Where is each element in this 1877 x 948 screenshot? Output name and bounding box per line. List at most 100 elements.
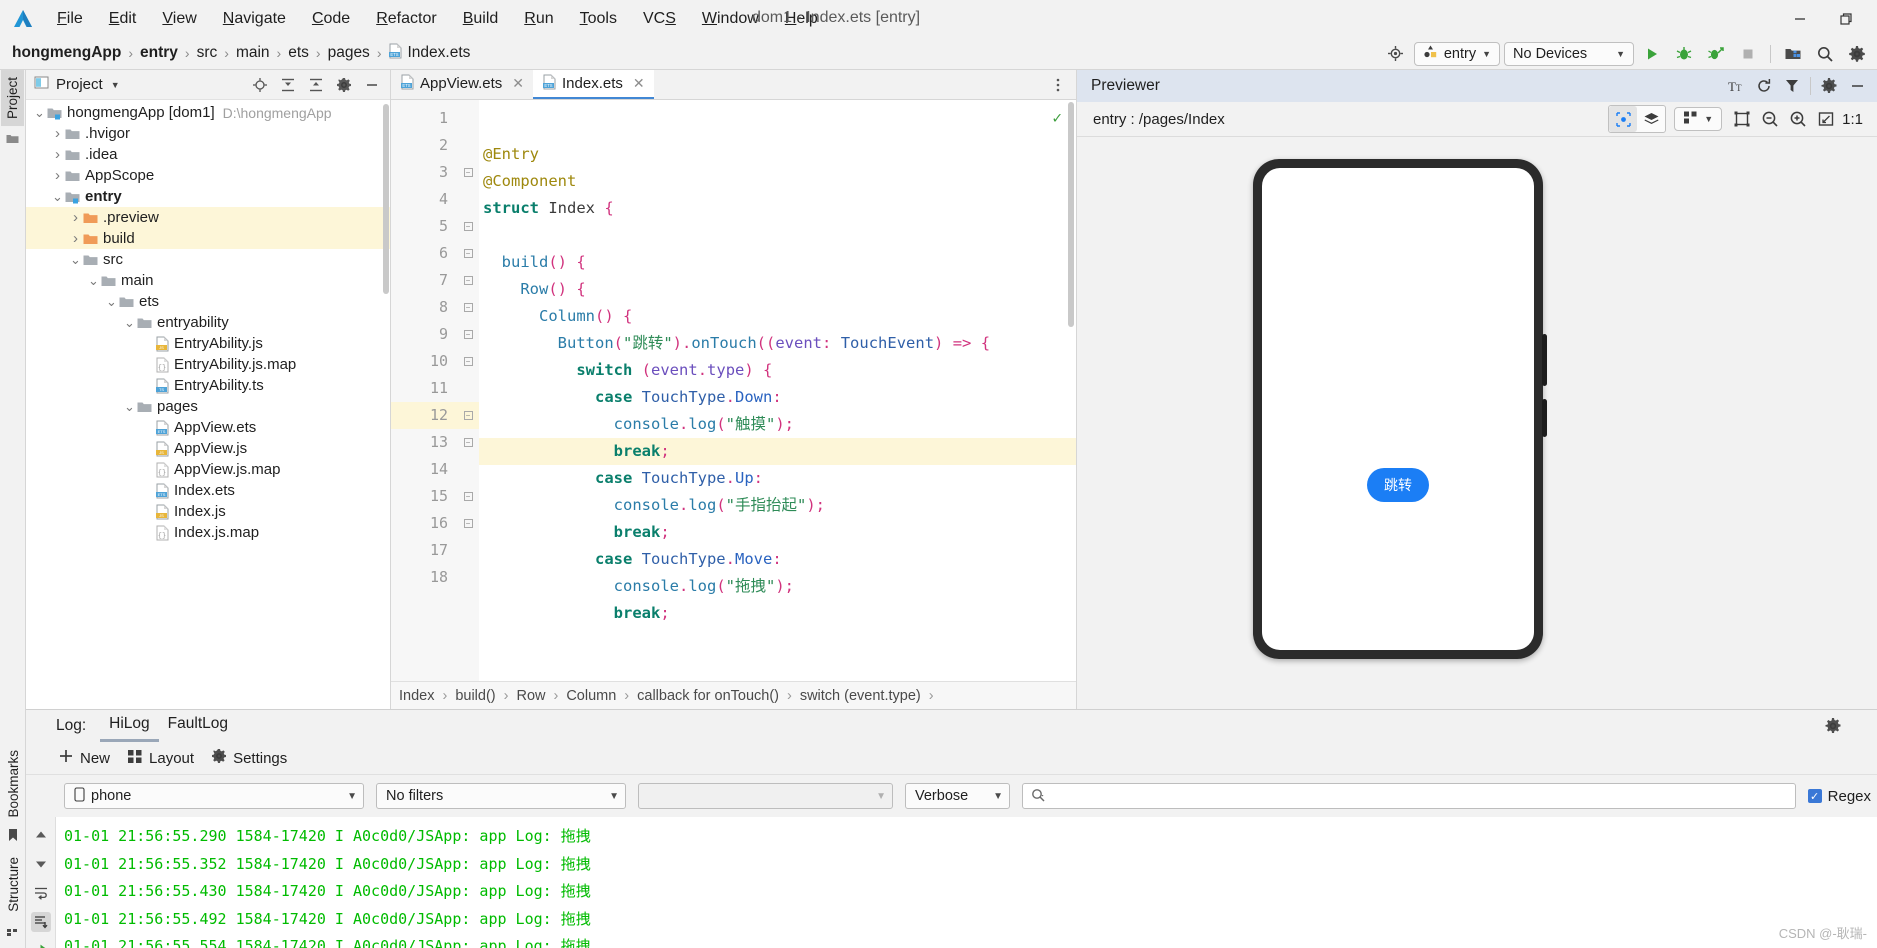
settings-icon[interactable] xyxy=(1815,73,1843,99)
log-entry[interactable]: 01-01 21:56:55.430 1584-17420 I A0c0d0/J… xyxy=(56,878,1877,906)
sidebar-tab-structure[interactable]: Structure xyxy=(2,850,25,919)
code-line[interactable]: switch (event.type) { xyxy=(479,357,1076,384)
tree-item-ets[interactable]: ⌄ ets xyxy=(26,291,390,312)
code-line[interactable]: case TouchType.Up: xyxy=(479,465,1076,492)
project-tree[interactable]: ⌄ hongmengApp [dom1] D:\hongmengApp › .hvigo… xyxy=(26,100,390,709)
process-filter-select[interactable]: No filters ▼ xyxy=(376,783,626,809)
line-number[interactable]: 6 xyxy=(391,240,457,267)
package-filter-select[interactable]: ▼ xyxy=(638,783,893,809)
menu-run[interactable]: Run xyxy=(511,7,566,31)
fit-screen-icon[interactable] xyxy=(1812,106,1840,132)
tree-item-appview-ets[interactable]: ETS AppView.ets xyxy=(26,417,390,438)
chevron-down-icon[interactable]: ⌄ xyxy=(68,253,83,266)
refresh-icon[interactable] xyxy=(1750,73,1778,99)
sidebar-tab-bookmarks[interactable]: Bookmarks xyxy=(2,743,25,825)
chevron-down-icon[interactable]: ⌄ xyxy=(122,316,137,329)
tree-item-appview-js-map[interactable]: {} AppView.js.map xyxy=(26,459,390,480)
tree-item-entry[interactable]: ⌄ entry xyxy=(26,186,390,207)
code-line[interactable]: console.log("拖拽"); xyxy=(479,573,1076,600)
locate-file-icon[interactable] xyxy=(246,72,274,98)
preview-jump-button[interactable]: 跳转 xyxy=(1367,468,1429,502)
minimize-icon[interactable] xyxy=(1777,0,1823,37)
collapse-all-icon[interactable] xyxy=(302,72,330,98)
line-number[interactable]: 11 xyxy=(391,375,457,402)
menu-build[interactable]: Build xyxy=(450,7,512,31)
line-number[interactable]: 7 xyxy=(391,267,457,294)
settings-icon[interactable] xyxy=(330,72,358,98)
project-structure-icon[interactable] xyxy=(1779,41,1807,67)
line-number[interactable]: 13 xyxy=(391,429,457,456)
log-new-button[interactable]: New xyxy=(58,748,110,768)
chevron-right-icon[interactable]: › xyxy=(50,167,65,184)
code-line[interactable]: Column() { xyxy=(479,303,1076,330)
line-number[interactable]: 5 xyxy=(391,213,457,240)
code-line[interactable]: Button("跳转").onTouch((event: TouchEvent)… xyxy=(479,330,1076,357)
code-line[interactable]: console.log("手指抬起"); xyxy=(479,492,1076,519)
breadcrumb-ets[interactable]: ets xyxy=(288,44,309,62)
log-output[interactable]: 01-01 21:56:55.290 1584-17420 I A0c0d0/J… xyxy=(26,817,1877,948)
log-search-input[interactable] xyxy=(1022,783,1796,809)
tree-item-idea[interactable]: › .idea xyxy=(26,144,390,165)
scroll-up-icon[interactable] xyxy=(31,825,51,845)
inspector-icon[interactable] xyxy=(1609,106,1638,132)
tree-item-index-js-map[interactable]: {} Index.js.map xyxy=(26,522,390,543)
code-fold-gutter[interactable]: − − − − − − − − − − − xyxy=(457,100,479,681)
fold-toggle-icon[interactable]: − xyxy=(457,240,479,267)
menu-navigate[interactable]: Navigate xyxy=(210,7,299,31)
fold-toggle-icon[interactable]: − xyxy=(457,294,479,321)
code-line[interactable]: console.log("触摸"); xyxy=(479,411,1076,438)
menu-view[interactable]: View xyxy=(149,7,209,31)
stop-icon[interactable] xyxy=(1734,41,1762,67)
hide-panel-icon[interactable] xyxy=(358,72,386,98)
menu-refactor[interactable]: Refactor xyxy=(363,7,449,31)
code-content[interactable]: @Entry @Component struct Index { build() {… xyxy=(479,100,1076,681)
breadcrumb-pages[interactable]: pages xyxy=(328,44,370,62)
more-options-icon[interactable] xyxy=(1044,72,1072,98)
editor-breadcrumb-callback[interactable]: callback for onTouch() xyxy=(637,688,779,704)
menu-file[interactable]: File xyxy=(44,7,96,31)
line-number[interactable]: 8 xyxy=(391,294,457,321)
chevron-down-icon[interactable]: ⌄ xyxy=(50,190,65,203)
log-entry[interactable]: 01-01 21:56:55.492 1584-17420 I A0c0d0/J… xyxy=(56,906,1877,934)
font-size-icon[interactable]: TT xyxy=(1722,73,1750,99)
scroll-down-icon[interactable] xyxy=(31,854,51,874)
log-entry[interactable]: 01-01 21:56:55.554 1584-17420 I A0c0d0/J… xyxy=(56,933,1877,948)
fold-toggle-icon[interactable]: − xyxy=(457,213,479,240)
fold-toggle-icon[interactable]: − xyxy=(457,348,479,375)
code-line[interactable]: @Entry xyxy=(479,141,1076,168)
editor-breadcrumb-build[interactable]: build() xyxy=(455,688,495,704)
chevron-down-icon[interactable]: ⌄ xyxy=(86,274,101,287)
editor-breadcrumb-row[interactable]: Row xyxy=(516,688,545,704)
zoom-out-icon[interactable] xyxy=(1756,106,1784,132)
fold-toggle-icon[interactable]: − xyxy=(457,159,479,186)
run-icon[interactable] xyxy=(1638,41,1666,67)
device-filter-select[interactable]: phone ▼ xyxy=(64,783,364,809)
zoom-in-icon[interactable] xyxy=(1784,106,1812,132)
tree-item-index-js[interactable]: JS Index.js xyxy=(26,501,390,522)
tree-item-preview[interactable]: › .preview xyxy=(26,207,390,228)
tree-item-build[interactable]: › build xyxy=(26,228,390,249)
layers-icon[interactable] xyxy=(1637,106,1665,132)
line-number[interactable]: 14 xyxy=(391,456,457,483)
restore-icon[interactable] xyxy=(1823,0,1869,37)
line-number[interactable]: 17 xyxy=(391,537,457,564)
code-line[interactable]: build() { xyxy=(479,249,1076,276)
fold-toggle-icon[interactable]: − xyxy=(457,402,479,429)
breadcrumb-hongmengApp[interactable]: hongmengApp xyxy=(12,44,121,62)
line-number[interactable]: 2 xyxy=(391,132,457,159)
tree-item-pages[interactable]: ⌄ pages xyxy=(26,396,390,417)
chevron-down-icon[interactable]: ▼ xyxy=(111,80,120,90)
filter-icon[interactable] xyxy=(1778,73,1806,99)
chevron-right-icon[interactable]: › xyxy=(50,146,65,163)
device-selector[interactable]: No Devices ▼ xyxy=(1504,41,1634,66)
log-entry[interactable]: 01-01 21:56:55.290 1584-17420 I A0c0d0/J… xyxy=(56,823,1877,851)
code-area[interactable]: 1 2 3 4 5 6 7 8 9 10 11 12 13 14 15 16 17 18 − − − − − − − − − − − … xyxy=(391,100,1076,681)
menu-tools[interactable]: Tools xyxy=(567,7,630,31)
code-line[interactable]: Row() { xyxy=(479,276,1076,303)
hide-panel-icon[interactable] xyxy=(1843,73,1871,99)
code-line[interactable]: case TouchType.Move: xyxy=(479,546,1076,573)
tree-item-src[interactable]: ⌄ src xyxy=(26,249,390,270)
expand-all-icon[interactable] xyxy=(274,72,302,98)
line-number[interactable]: 16 xyxy=(391,510,457,537)
editor-tab-index[interactable]: ETS Index.ets ✕ xyxy=(533,70,654,99)
